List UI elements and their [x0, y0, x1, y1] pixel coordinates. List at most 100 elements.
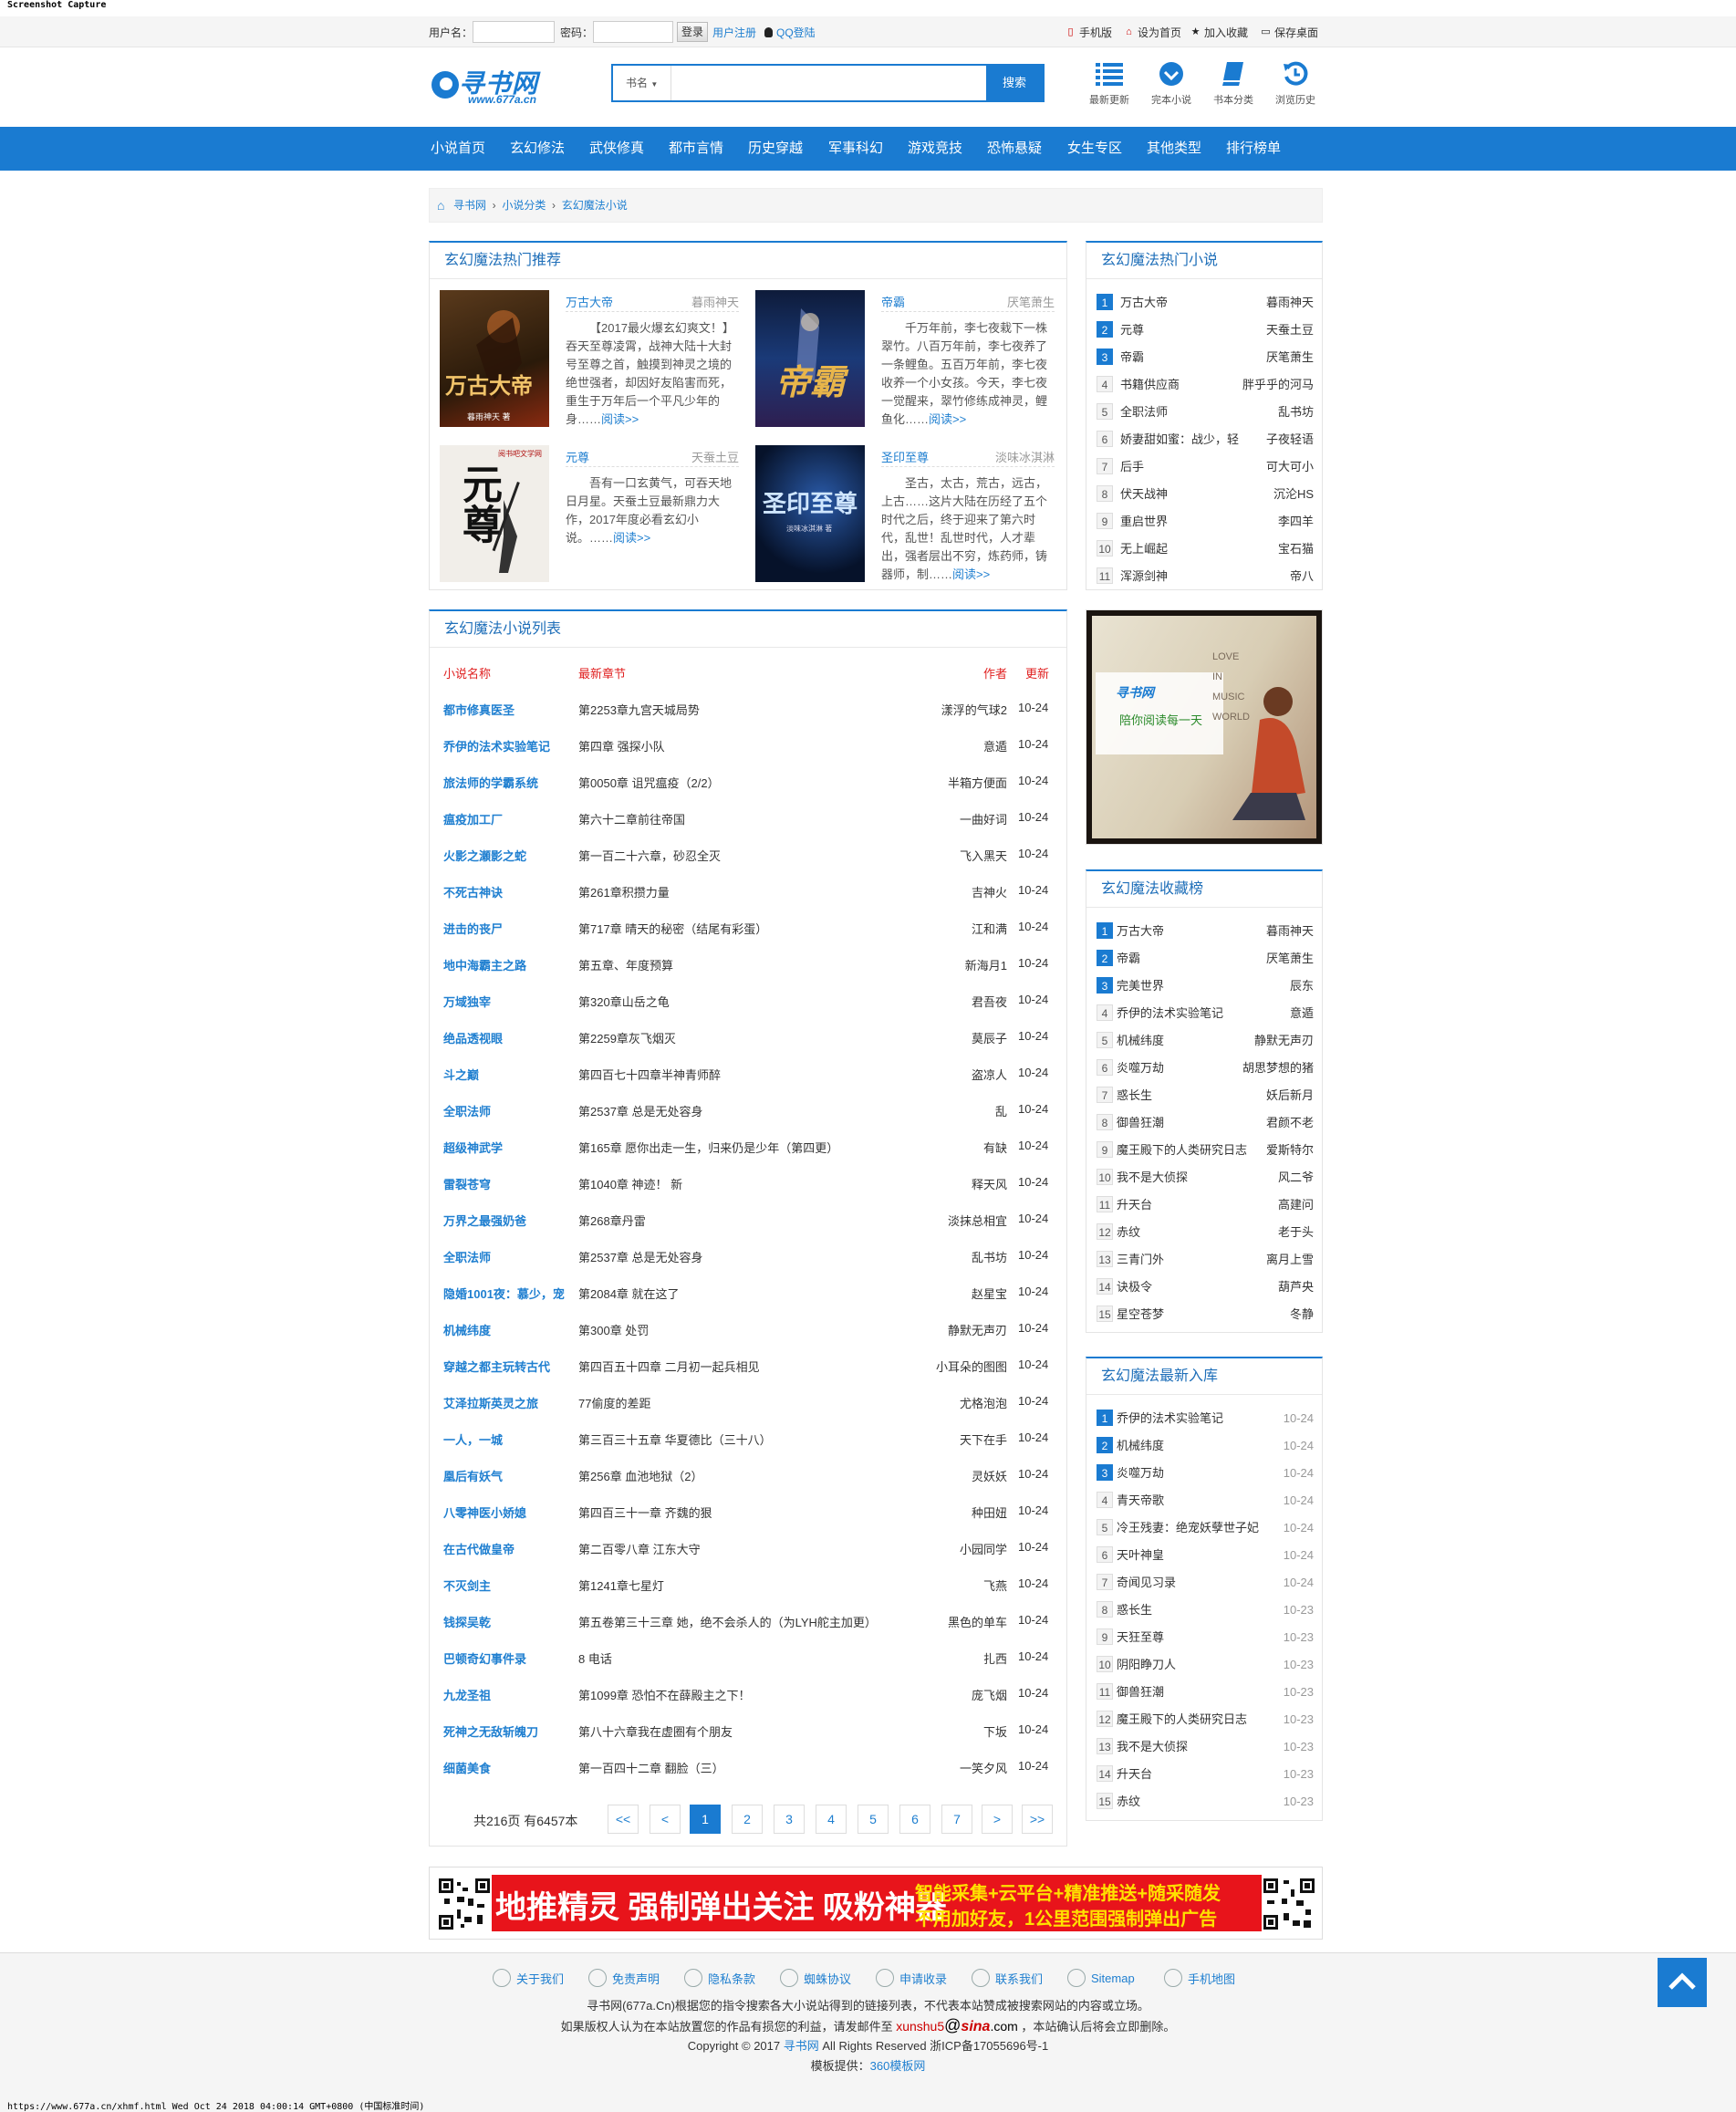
rank-title[interactable]: 赤纹: [1117, 1225, 1140, 1239]
newest-title[interactable]: 惑长生: [1117, 1603, 1152, 1617]
latest-chapter-link[interactable]: 第五章、年度预算: [578, 956, 934, 973]
latest-chapter-link[interactable]: 第1241章七星灯: [578, 1576, 934, 1594]
rank-row[interactable]: 15 星空苍梦 冬静: [1097, 1306, 1314, 1324]
quick-nav-latest[interactable]: 最新更新: [1082, 59, 1137, 107]
rank-title[interactable]: 娇妻甜如蜜：战少，轻: [1120, 432, 1239, 446]
latest-chapter-link[interactable]: 第165章 愿你出走一生，归来仍是少年（第四更）: [578, 1139, 934, 1156]
save-desktop-link[interactable]: ▭ 保存桌面: [1261, 25, 1318, 40]
footer-link[interactable]: 蜘蛛协议: [780, 1969, 851, 1987]
page-link[interactable]: 7: [941, 1805, 972, 1834]
rank-row[interactable]: 2 元尊 天蚕土豆: [1097, 321, 1314, 339]
rank-title[interactable]: 后手: [1120, 460, 1144, 473]
book-cover[interactable]: 万古大帝 暮雨神天 著: [440, 290, 549, 427]
newest-title[interactable]: 冷王残妻：绝宠妖孽世子妃: [1117, 1521, 1259, 1535]
rank-title[interactable]: 浑源剑神: [1120, 569, 1168, 583]
rank-title[interactable]: 帝霸: [1117, 952, 1140, 965]
newest-row[interactable]: 3 炎噬万劫 10-24: [1097, 1464, 1314, 1483]
novel-name-link[interactable]: 绝品透视眼: [443, 1029, 577, 1046]
book-cover[interactable]: 圣印至尊 淡味冰淇淋 著: [755, 445, 865, 582]
rank-row[interactable]: 7 惑长生 妖后新月: [1097, 1087, 1314, 1105]
mobile-link[interactable]: ▯ 手机版: [1066, 25, 1112, 40]
novel-name-link[interactable]: 在古代做皇帝: [443, 1540, 577, 1557]
qq-login-link[interactable]: QQ登陆: [764, 25, 816, 40]
newest-row[interactable]: 12 魔王殿下的人类研究日志 10-23: [1097, 1711, 1314, 1729]
footer-link[interactable]: Sitemap: [1067, 1969, 1135, 1987]
newest-title[interactable]: 阴阳睁刀人: [1117, 1658, 1176, 1671]
rank-title[interactable]: 万古大帝: [1117, 924, 1164, 938]
page-link[interactable]: 3: [774, 1805, 805, 1834]
footer-link[interactable]: 联系我们: [972, 1969, 1043, 1987]
novel-name-link[interactable]: 九龙圣祖: [443, 1686, 577, 1703]
novel-name-link[interactable]: 穿越之都主玩转古代: [443, 1358, 577, 1375]
latest-chapter-link[interactable]: 第二百零八章 江东大守: [578, 1540, 934, 1557]
register-link[interactable]: 用户注册: [712, 25, 756, 40]
novel-name-link[interactable]: 斗之巅: [443, 1066, 577, 1083]
novel-name-link[interactable]: 万域独宰: [443, 993, 577, 1010]
footer-link[interactable]: 免责声明: [588, 1969, 660, 1987]
newest-title[interactable]: 机械纬度: [1117, 1439, 1164, 1452]
latest-chapter-link[interactable]: 8 电话: [578, 1649, 934, 1667]
rank-row[interactable]: 6 炎噬万劫 胡思梦想的猪: [1097, 1059, 1314, 1077]
page-link[interactable]: 4: [816, 1805, 847, 1834]
newest-title[interactable]: 魔王殿下的人类研究日志: [1117, 1712, 1247, 1726]
quick-nav-history[interactable]: 浏览历史: [1268, 59, 1323, 107]
rank-title[interactable]: 万古大帝: [1120, 296, 1168, 309]
latest-chapter-link[interactable]: 第1099章 恐怕不在薛殿主之下！: [578, 1686, 934, 1703]
rank-title[interactable]: 书籍供应商: [1120, 378, 1180, 391]
rank-title[interactable]: 炎噬万劫: [1117, 1061, 1164, 1075]
rank-row[interactable]: 11 升天台 高建问: [1097, 1196, 1314, 1214]
side-ad[interactable]: 寻书网 陪你阅读每一天 LOVE IN MUSIC WORLD: [1086, 609, 1323, 845]
latest-chapter-link[interactable]: 第三百三十五章 华夏德比（三十八）: [578, 1431, 934, 1448]
search-input[interactable]: [673, 66, 961, 100]
rank-row[interactable]: 1 万古大帝 暮雨神天: [1097, 294, 1314, 312]
rank-row[interactable]: 13 三青门外 离月上雪: [1097, 1251, 1314, 1269]
set-homepage-link[interactable]: ⌂ 设为首页: [1124, 25, 1181, 40]
page-link[interactable]: >>: [1022, 1805, 1053, 1834]
quick-nav-category[interactable]: 书本分类: [1206, 59, 1261, 107]
newest-row[interactable]: 1 乔伊的法术实验笔记 10-24: [1097, 1410, 1314, 1428]
latest-chapter-link[interactable]: 第四百五十四章 二月初一起兵相见: [578, 1358, 934, 1375]
novel-name-link[interactable]: 火影之瀬影之蛇: [443, 847, 577, 864]
novel-name-link[interactable]: 隐婚1001夜：慕少，宠: [443, 1285, 577, 1302]
rank-title[interactable]: 机械纬度: [1117, 1034, 1164, 1047]
page-link[interactable]: >: [982, 1805, 1013, 1834]
rank-title[interactable]: 三青门外: [1117, 1253, 1164, 1266]
nav-home[interactable]: 小说首页: [431, 127, 485, 171]
ad-banner[interactable]: 地推精灵 强制弹出关注 吸粉神器 智能采集+云平台+精准推送+随采随发 不用加好…: [429, 1867, 1323, 1940]
rank-title[interactable]: 重启世界: [1120, 515, 1168, 528]
newest-title[interactable]: 御兽狂潮: [1117, 1685, 1164, 1699]
novel-name-link[interactable]: 一人，一城: [443, 1431, 577, 1448]
newest-title[interactable]: 升天台: [1117, 1767, 1152, 1781]
novel-name-link[interactable]: 八零神医小娇媳: [443, 1503, 577, 1521]
latest-chapter-link[interactable]: 第四百三十一章 齐魏的狠: [578, 1503, 934, 1521]
password-input[interactable]: [593, 21, 673, 43]
rank-title[interactable]: 伏天战神: [1120, 487, 1168, 501]
latest-chapter-link[interactable]: 第六十二章前往帝国: [578, 810, 934, 827]
rank-row[interactable]: 3 完美世界 辰东: [1097, 977, 1314, 995]
username-input[interactable]: [473, 21, 555, 43]
nav-dushi[interactable]: 都市言情: [669, 127, 723, 171]
novel-name-link[interactable]: 都市修真医圣: [443, 701, 577, 718]
rank-row[interactable]: 10 我不是大侦探 风二爷: [1097, 1169, 1314, 1187]
novel-name-link[interactable]: 不死古神诀: [443, 883, 577, 900]
newest-title[interactable]: 赤纹: [1117, 1795, 1140, 1808]
read-more-link[interactable]: 阅读>>: [952, 567, 990, 581]
latest-chapter-link[interactable]: 第2259章灰飞烟灭: [578, 1029, 934, 1046]
nav-xuanhuan[interactable]: 玄幻修法: [510, 127, 565, 171]
novel-name-link[interactable]: 钱探吴乾: [443, 1613, 577, 1630]
nav-qita[interactable]: 其他类型: [1147, 127, 1201, 171]
rank-row[interactable]: 9 魔王殿下的人类研究日志 爱斯特尔: [1097, 1141, 1314, 1160]
latest-chapter-link[interactable]: 第261章积攒力量: [578, 883, 934, 900]
latest-chapter-link[interactable]: 77偷度的差距: [578, 1394, 934, 1411]
footer-link[interactable]: 申请收录: [876, 1969, 947, 1987]
template-link[interactable]: 360模板网: [870, 2059, 926, 2073]
newest-row[interactable]: 14 升天台 10-23: [1097, 1765, 1314, 1784]
newest-title[interactable]: 天叶神皇: [1117, 1548, 1164, 1562]
rank-title[interactable]: 星空苍梦: [1117, 1307, 1164, 1321]
rank-row[interactable]: 11 浑源剑神 帝八: [1097, 567, 1314, 586]
rank-row[interactable]: 9 重启世界 李四羊: [1097, 513, 1314, 531]
novel-name-link[interactable]: 进击的丧尸: [443, 920, 577, 937]
novel-name-link[interactable]: 凰后有妖气: [443, 1467, 577, 1484]
novel-name-link[interactable]: 艾泽拉斯英灵之旅: [443, 1394, 577, 1411]
page-link[interactable]: 2: [732, 1805, 763, 1834]
